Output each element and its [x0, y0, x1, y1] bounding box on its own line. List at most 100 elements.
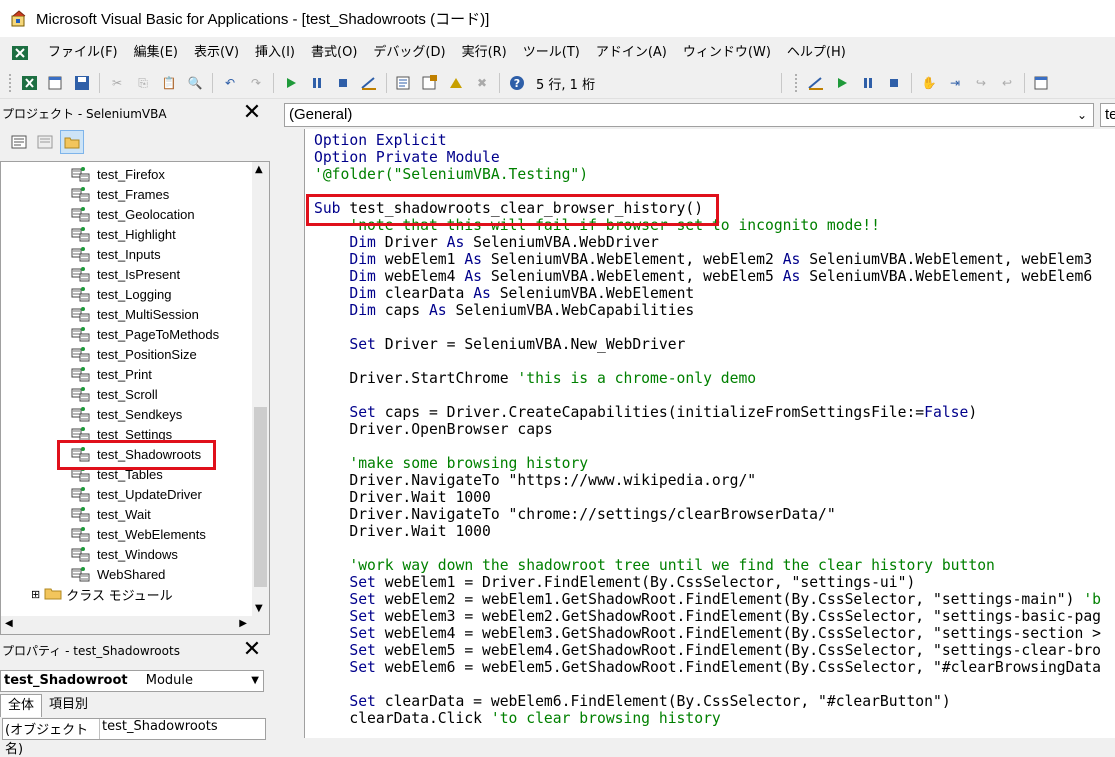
code-line[interactable]: Driver.NavigateTo "https://www.wikipedia… — [314, 472, 756, 489]
property-row[interactable]: (オブジェクト名) test_Shadowroots — [2, 718, 266, 757]
chevron-down-icon[interactable]: ▼ — [251, 671, 259, 691]
reset-icon[interactable] — [332, 72, 354, 94]
tree-item[interactable]: test_Logging — [71, 284, 171, 304]
redo-icon[interactable]: ↷ — [245, 72, 267, 94]
code-line[interactable]: Driver.Wait 1000 — [314, 489, 491, 506]
tree-item[interactable]: test_Print — [71, 364, 152, 384]
menu-file[interactable]: ファイル(F) — [40, 37, 126, 68]
undo-icon[interactable]: ↶ — [219, 72, 241, 94]
code-line[interactable]: Driver.OpenBrowser caps — [314, 421, 552, 438]
code-line[interactable]: Set clearData = webElem6.FindElement(By.… — [314, 693, 950, 710]
tree-item[interactable]: test_PositionSize — [71, 344, 197, 364]
code-line[interactable]: 'make some browsing history — [314, 455, 588, 472]
break-icon[interactable] — [857, 72, 879, 94]
find-icon[interactable]: 🔍 — [184, 72, 206, 94]
toggle-breakpoint-icon[interactable]: ✋ — [918, 72, 940, 94]
menu-view[interactable]: 表示(V) — [186, 37, 247, 68]
view-object-icon[interactable] — [34, 131, 56, 153]
code-line[interactable]: Driver.Wait 1000 — [314, 523, 491, 540]
project-explorer-icon[interactable] — [393, 72, 415, 94]
code-line[interactable]: Set caps = Driver.CreateCapabilities(ini… — [314, 404, 977, 421]
property-value[interactable]: test_Shadowroots — [100, 719, 218, 739]
view-code-icon[interactable] — [8, 131, 30, 153]
scroll-down-icon[interactable]: ▼ — [255, 603, 263, 614]
help-icon[interactable]: ? — [506, 72, 528, 94]
tree-item[interactable]: test_Windows — [71, 544, 178, 564]
scroll-right-icon[interactable]: ▶ — [239, 618, 247, 629]
step-out-icon[interactable]: ↩ — [996, 72, 1018, 94]
excel-icon[interactable] — [10, 43, 34, 63]
save-icon[interactable] — [71, 72, 93, 94]
code-line[interactable]: 'work way down the shadowroot tree until… — [314, 557, 995, 574]
menu-run[interactable]: 実行(R) — [454, 37, 515, 68]
scroll-left-icon[interactable]: ◀ — [5, 618, 13, 629]
code-line[interactable]: Set webElem1 = Driver.FindElement(By.Css… — [314, 574, 915, 591]
tree-item[interactable]: WebShared — [71, 564, 165, 584]
toolbar-grip[interactable] — [794, 73, 799, 93]
locals-window-icon[interactable] — [1031, 72, 1053, 94]
tree-item[interactable]: test_Scroll — [71, 384, 158, 404]
toolbar-grip[interactable] — [8, 73, 12, 93]
object-selector[interactable]: test_Shadowroot Module ▼ — [0, 670, 264, 692]
run-icon[interactable] — [280, 72, 302, 94]
insert-module-icon[interactable] — [45, 72, 67, 94]
tree-item[interactable]: test_UpdateDriver — [71, 484, 202, 504]
break-icon[interactable] — [306, 72, 328, 94]
step-over-icon[interactable]: ↪ — [970, 72, 992, 94]
procedure-combo[interactable]: te — [1100, 103, 1115, 127]
design-mode-icon[interactable] — [805, 72, 827, 94]
code-line[interactable]: Set webElem2 = webElem1.GetShadowRoot.Fi… — [314, 591, 1101, 608]
tree-item[interactable]: test_WebElements — [71, 524, 206, 544]
tree-item[interactable]: test_Inputs — [71, 244, 161, 264]
chevron-down-icon[interactable]: ⌄ — [1077, 104, 1087, 126]
tab-alphabetic[interactable]: 全体 — [0, 694, 43, 717]
tree-item[interactable]: test_Wait — [71, 504, 151, 524]
object-combo[interactable]: (General) ⌄ — [284, 103, 1094, 127]
menu-debug[interactable]: デバッグ(D) — [365, 37, 453, 68]
menu-window[interactable]: ウィンドウ(W) — [675, 37, 779, 68]
tree-item[interactable]: test_Geolocation — [71, 204, 195, 224]
object-browser-icon[interactable] — [445, 72, 467, 94]
tab-categorized[interactable]: 項目別 — [42, 694, 95, 716]
run-icon[interactable] — [831, 72, 853, 94]
code-line[interactable]: Option Explicit — [314, 132, 447, 149]
design-mode-icon[interactable] — [358, 72, 380, 94]
properties-window-icon[interactable] — [419, 72, 441, 94]
expand-icon[interactable]: ⊞ — [31, 588, 40, 601]
code-line[interactable]: Set webElem4 = webElem3.GetShadowRoot.Fi… — [314, 625, 1101, 642]
toolbox-icon[interactable]: ✖ — [471, 72, 493, 94]
margin-indicator-bar[interactable] — [276, 129, 305, 738]
tree-item[interactable]: test_Firefox — [71, 164, 165, 184]
menu-insert[interactable]: 挿入(I) — [247, 37, 303, 68]
code-line[interactable]: Set webElem5 = webElem4.GetShadowRoot.Fi… — [314, 642, 1101, 659]
code-line[interactable]: Dim webElem1 As SeleniumVBA.WebElement, … — [314, 251, 1092, 268]
code-line[interactable]: clearData.Click 'to clear browsing histo… — [314, 710, 720, 727]
code-line[interactable]: Set Driver = SeleniumVBA.New_WebDriver — [314, 336, 685, 353]
project-tree[interactable]: test_Firefox test_Frames test_Geolocationt… — [0, 161, 270, 635]
menu-format[interactable]: 書式(O) — [303, 37, 365, 68]
tree-item[interactable]: test_Frames — [71, 184, 169, 204]
tree-item[interactable]: test_PageToMethods — [71, 324, 219, 344]
reset-icon[interactable] — [883, 72, 905, 94]
code-line[interactable]: '@folder("SeleniumVBA.Testing") — [314, 166, 588, 183]
scrollbar-thumb[interactable] — [254, 407, 267, 587]
tree-item[interactable]: test_IsPresent — [71, 264, 180, 284]
tree-folder-class-modules[interactable]: ⊞ クラス モジュール — [31, 584, 173, 604]
code-line[interactable]: Dim caps As SeleniumVBA.WebCapabilities — [314, 302, 694, 319]
code-line[interactable]: Dim Driver As SeleniumVBA.WebDriver — [314, 234, 659, 251]
paste-icon[interactable]: 📋 — [158, 72, 180, 94]
menu-addins[interactable]: アドイン(A) — [588, 37, 675, 68]
close-icon[interactable]: ✕ — [240, 101, 264, 125]
scroll-up-icon[interactable]: ▲ — [255, 164, 263, 175]
code-line[interactable]: Set webElem3 = webElem2.GetShadowRoot.Fi… — [314, 608, 1101, 625]
toggle-folders-icon[interactable] — [60, 130, 84, 154]
code-line[interactable]: Option Private Module — [314, 149, 500, 166]
code-line[interactable]: Dim clearData As SeleniumVBA.WebElement — [314, 285, 694, 302]
code-line[interactable]: Driver.NavigateTo "chrome://settings/cle… — [314, 506, 835, 523]
step-into-icon[interactable]: ⇥ — [944, 72, 966, 94]
code-line[interactable]: Driver.StartChrome 'this is a chrome-onl… — [314, 370, 756, 387]
tree-item[interactable]: test_MultiSession — [71, 304, 199, 324]
cut-icon[interactable]: ✂ — [106, 72, 128, 94]
menu-help[interactable]: ヘルプ(H) — [779, 37, 854, 68]
code-line[interactable]: Dim webElem4 As SeleniumVBA.WebElement, … — [314, 268, 1092, 285]
